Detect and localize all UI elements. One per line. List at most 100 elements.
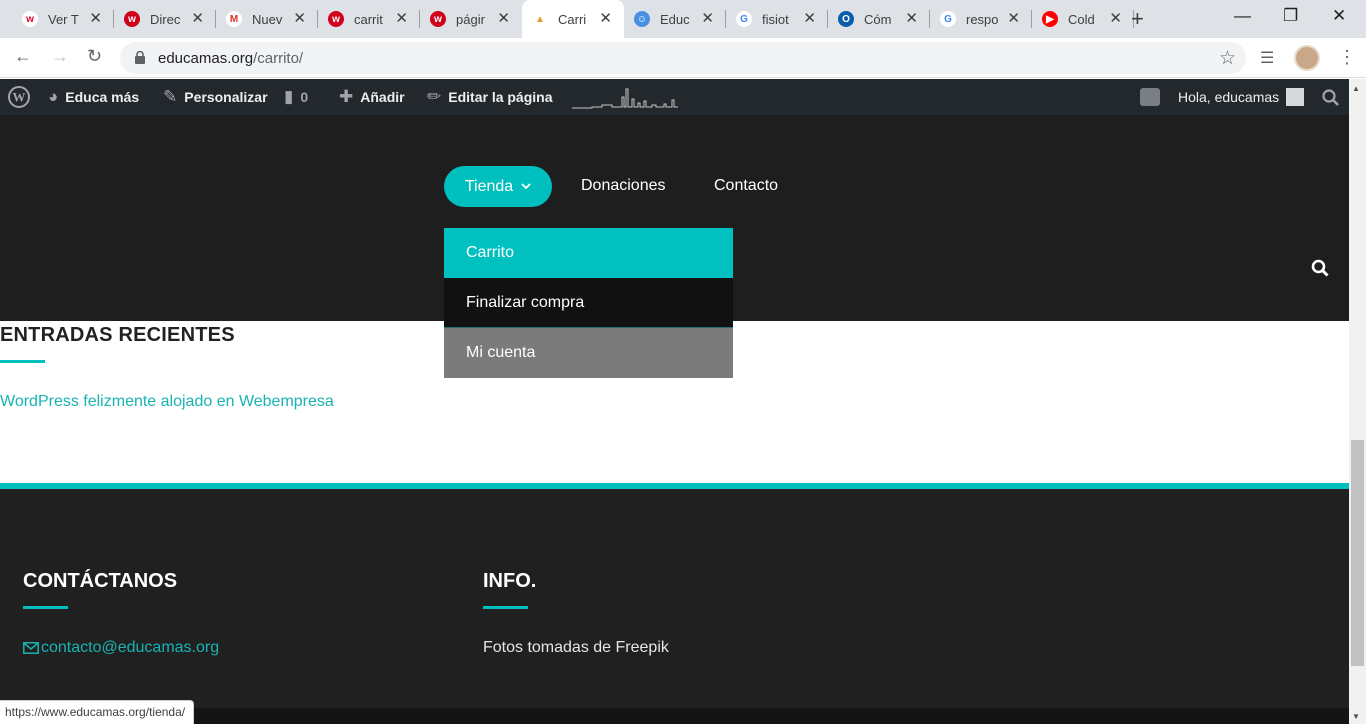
tab-close-icon[interactable]: ✕ bbox=[599, 10, 612, 28]
wordpress-logo-icon[interactable]: W bbox=[8, 79, 30, 115]
site-footer: CONTÁCTANOS contacto@educamas.org INFO. … bbox=[0, 489, 1349, 708]
tab-favicon-icon: w bbox=[430, 11, 446, 27]
tab-favicon-icon: w bbox=[124, 11, 140, 27]
tab-close-icon[interactable]: ✕ bbox=[191, 10, 204, 28]
scrollbar-thumb[interactable] bbox=[1351, 440, 1364, 666]
browser-tab[interactable]: w Ver T ✕ bbox=[12, 0, 114, 38]
tab-title: carrit bbox=[354, 11, 383, 27]
nav-item-donations[interactable]: Donaciones bbox=[581, 177, 666, 195]
footer-email-text: contacto@educamas.org bbox=[41, 639, 220, 656]
pencil-icon: ✏ bbox=[427, 87, 442, 106]
recent-posts-title: ENTRADAS RECIENTES bbox=[0, 324, 235, 346]
comments-menu[interactable]: ▮ 0 bbox=[284, 79, 308, 115]
site-name-label: Educa más bbox=[65, 89, 140, 105]
dropdown-item-my-account[interactable]: Mi cuenta bbox=[444, 328, 733, 378]
close-window-button[interactable]: ✕ bbox=[1332, 6, 1346, 26]
tab-favicon-icon: ▲ bbox=[532, 11, 548, 27]
footer-info-underline bbox=[483, 606, 528, 609]
admin-search-icon[interactable] bbox=[1322, 79, 1339, 115]
tab-favicon-icon: O bbox=[838, 11, 854, 27]
tab-title: fisiot bbox=[762, 11, 789, 27]
maximize-button[interactable]: ❐ bbox=[1283, 6, 1298, 26]
lock-icon bbox=[135, 51, 145, 64]
forward-button[interactable]: → bbox=[51, 46, 69, 67]
browser-tab[interactable]: Gfisiot ✕ bbox=[726, 0, 828, 38]
notifications-icon[interactable] bbox=[1140, 79, 1160, 115]
browser-tab[interactable]: w Direc ✕ bbox=[114, 0, 216, 38]
title-underline bbox=[0, 360, 45, 363]
browser-tab[interactable]: ▲ Carri ✕ bbox=[522, 0, 624, 38]
tab-favicon-icon: w bbox=[22, 11, 38, 27]
scroll-down-arrow[interactable]: ▼ bbox=[1352, 712, 1360, 721]
browser-tab[interactable]: w págir ✕ bbox=[420, 0, 522, 38]
browser-menu-icon[interactable]: ⋮ bbox=[1338, 47, 1356, 68]
tab-close-icon[interactable]: ✕ bbox=[701, 10, 714, 28]
wp-admin-bar: W ◕ Educa más ✎ Personalizar ▮ 0 ✚ Añadi… bbox=[0, 79, 1349, 115]
edit-page-menu[interactable]: ✏ Editar la página bbox=[427, 79, 553, 115]
customize-menu[interactable]: ✎ Personalizar bbox=[163, 79, 268, 115]
site-name-menu[interactable]: ◕ Educa más bbox=[48, 79, 139, 115]
paintbrush-icon: ✎ bbox=[163, 87, 178, 106]
tab-close-icon[interactable]: ✕ bbox=[803, 10, 816, 28]
new-content-menu[interactable]: ✚ Añadir bbox=[339, 79, 405, 115]
tab-title: Nuev bbox=[252, 11, 283, 27]
header-search-icon[interactable] bbox=[1311, 259, 1329, 277]
browser-toolbar: ← → ↻ educamas.org/carrito/ ☆ bbox=[0, 38, 1366, 78]
address-bar[interactable]: educamas.org/carrito/ ☆ bbox=[120, 42, 1246, 74]
footer-email-link[interactable]: contacto@educamas.org bbox=[23, 639, 219, 657]
tab-favicon-icon: G bbox=[736, 11, 752, 27]
account-menu[interactable]: Hola, educamas bbox=[1178, 79, 1305, 115]
back-button[interactable]: ← bbox=[14, 46, 32, 67]
footer-contact-underline bbox=[23, 606, 68, 609]
tab-close-icon[interactable]: ✕ bbox=[497, 10, 510, 28]
minimize-button[interactable]: — bbox=[1234, 6, 1251, 26]
nav-item-contact[interactable]: Contacto bbox=[714, 177, 778, 195]
tab-close-icon[interactable]: ✕ bbox=[395, 10, 408, 28]
new-content-label: Añadir bbox=[360, 89, 405, 105]
tab-favicon-icon: w bbox=[328, 11, 344, 27]
stats-sparkline bbox=[572, 88, 678, 109]
comments-count: 0 bbox=[300, 89, 309, 105]
chevron-down-icon bbox=[521, 183, 531, 190]
nav-item-shop[interactable]: Tienda bbox=[444, 166, 552, 207]
scroll-up-arrow[interactable]: ▲ bbox=[1352, 84, 1360, 93]
media-control-icon[interactable]: ☰ bbox=[1260, 48, 1274, 68]
browser-tab[interactable]: O Cóm ✕ bbox=[828, 0, 930, 38]
tab-title: Ver T bbox=[48, 11, 79, 27]
svg-text:W: W bbox=[13, 90, 26, 105]
tab-close-icon[interactable]: ✕ bbox=[89, 10, 102, 28]
greeting-label: Hola, educamas bbox=[1178, 89, 1280, 105]
tab-favicon-icon: M bbox=[226, 11, 242, 27]
tab-close-icon[interactable]: ✕ bbox=[905, 10, 918, 28]
tab-favicon-icon: ☺ bbox=[634, 11, 650, 27]
footer-info-text: Fotos tomadas de Freepik bbox=[483, 639, 669, 656]
tab-close-icon[interactable]: ✕ bbox=[1007, 10, 1020, 28]
shop-dropdown-menu: Carrito Finalizar compra Mi cuenta bbox=[444, 228, 733, 378]
tab-favicon-icon: ▶ bbox=[1042, 11, 1058, 27]
browser-tab[interactable]: ▶ Cold ✕ bbox=[1032, 0, 1134, 38]
browser-tab[interactable]: Grespo ✕ bbox=[930, 0, 1032, 38]
browser-tab-strip: w Ver T ✕ w Direc ✕ M Nuev ✕ w carrit ✕ w págir ✕ ▲ Carr… bbox=[0, 0, 1366, 38]
customize-label: Personalizar bbox=[184, 89, 268, 105]
footer-info-title: INFO. bbox=[483, 570, 537, 592]
dashboard-gauge-icon: ◕ bbox=[48, 87, 59, 106]
link-status-bubble: https://www.educamas.org/tienda/ bbox=[0, 700, 195, 724]
browser-tab[interactable]: M Nuev ✕ bbox=[216, 0, 318, 38]
dropdown-item-cart[interactable]: Carrito bbox=[444, 228, 733, 278]
profile-avatar[interactable] bbox=[1294, 45, 1320, 71]
comment-bubble-icon: ▮ bbox=[284, 87, 294, 106]
recent-post-link[interactable]: WordPress felizmente alojado en Webempre… bbox=[0, 393, 334, 411]
browser-tab[interactable]: ☺ Educ ✕ bbox=[624, 0, 726, 38]
browser-tab[interactable]: w carrit ✕ bbox=[318, 0, 420, 38]
reload-button[interactable]: ↻ bbox=[87, 46, 102, 67]
tab-close-icon[interactable]: ✕ bbox=[293, 10, 306, 28]
user-avatar bbox=[1286, 88, 1305, 106]
envelope-icon bbox=[23, 642, 39, 654]
tab-close-icon[interactable]: ✕ bbox=[1109, 10, 1122, 28]
nav-shop-label: Tienda bbox=[464, 177, 514, 195]
new-tab-button[interactable]: + bbox=[1131, 6, 1144, 32]
tab-title: Carri bbox=[558, 11, 587, 27]
bookmark-star-icon[interactable]: ☆ bbox=[1219, 47, 1236, 70]
tab-title: Direc bbox=[150, 11, 181, 27]
dropdown-item-checkout[interactable]: Finalizar compra bbox=[444, 278, 733, 328]
